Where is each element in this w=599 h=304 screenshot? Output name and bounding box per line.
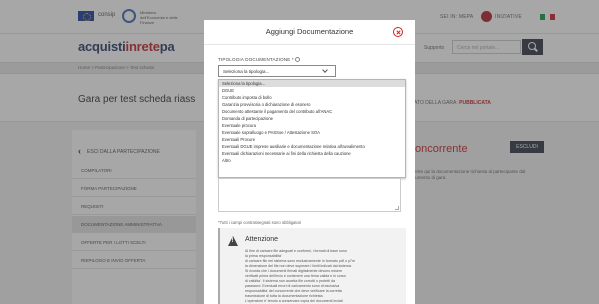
resize-handle-icon[interactable] bbox=[395, 206, 399, 210]
add-documentation-modal: Aggiungi Documentazione TIPOLOGIA DOCUME… bbox=[204, 20, 415, 304]
dropdown-option[interactable]: Eventuale procura bbox=[219, 122, 405, 129]
dropdown-option[interactable]: DGUE bbox=[219, 87, 405, 94]
warning-icon bbox=[228, 236, 238, 246]
modal-title: Aggiungi Documentazione bbox=[265, 27, 354, 36]
dropdown-option[interactable]: Altro bbox=[219, 157, 405, 164]
dropdown-option[interactable]: Contributo imposta di bollo bbox=[219, 94, 405, 101]
dropdown-option[interactable]: Documento attestante il pagamento del co… bbox=[219, 108, 405, 115]
alert-text-line: di validita'. Il sistema non accetta fil… bbox=[245, 279, 335, 283]
alert-text-line: Si ricorda che i documenti firmati digit… bbox=[245, 269, 343, 273]
dropdown-option[interactable]: Eventuale sopralluogo e PASSoe / Attesta… bbox=[219, 129, 405, 136]
alert-text-line: la dimensione del file non deve superare… bbox=[245, 264, 352, 268]
alert-text-line: di caricare file nel sistema sono esclus… bbox=[245, 259, 355, 263]
dropdown-option[interactable]: Eventuali dichiarazioni necessarie ai fi… bbox=[219, 150, 405, 157]
document-type-label: TIPOLOGIA DOCUMENTAZIONE * bbox=[218, 56, 300, 62]
dropdown-option[interactable]: Eventuali DGUE imprese ausiliarie e docu… bbox=[219, 143, 405, 150]
alert-text-line: la prima responsabilita' bbox=[245, 254, 282, 258]
close-icon[interactable] bbox=[393, 27, 403, 37]
chevron-down-icon bbox=[322, 67, 328, 73]
info-icon[interactable] bbox=[294, 57, 300, 62]
modal-divider bbox=[204, 44, 415, 45]
alert-text-line: trasmissione di tutta la documentazione … bbox=[245, 294, 324, 298]
required-fields-note: *Tutti i campi contrassegnati sono obbli… bbox=[218, 220, 302, 225]
dropdown-option[interactable]: Seleziona la tipologia... bbox=[219, 80, 405, 87]
document-type-select[interactable]: Seleziona la tipologia... bbox=[218, 65, 336, 77]
alert-text-line: verificati prima dell'invio e contenere … bbox=[245, 274, 346, 278]
description-textarea[interactable] bbox=[218, 178, 401, 212]
warning-alert: Attenzione Al fine di caricare file adeg… bbox=[218, 228, 406, 304]
dropdown-option[interactable]: Garanzia provvisoria o dichiarazione di … bbox=[219, 101, 405, 108]
alert-text-line: password. Eventuali errori di caricament… bbox=[245, 284, 340, 288]
dropdown-option[interactable]: Domanda di partecipazione bbox=[219, 115, 405, 122]
dropdown-option[interactable]: Eventuali Procure bbox=[219, 136, 405, 143]
document-type-dropdown[interactable]: Seleziona la tipologia... DGUE Contribut… bbox=[218, 79, 406, 178]
alert-text-line: Al fine di caricare file adeguati e conf… bbox=[245, 249, 347, 253]
alert-text-line: L'operatore e' tenuto a conservare copia… bbox=[245, 299, 343, 303]
alert-title: Attenzione bbox=[245, 236, 279, 243]
alert-text-line: responsabilita' del concorrente che deve… bbox=[245, 289, 342, 293]
